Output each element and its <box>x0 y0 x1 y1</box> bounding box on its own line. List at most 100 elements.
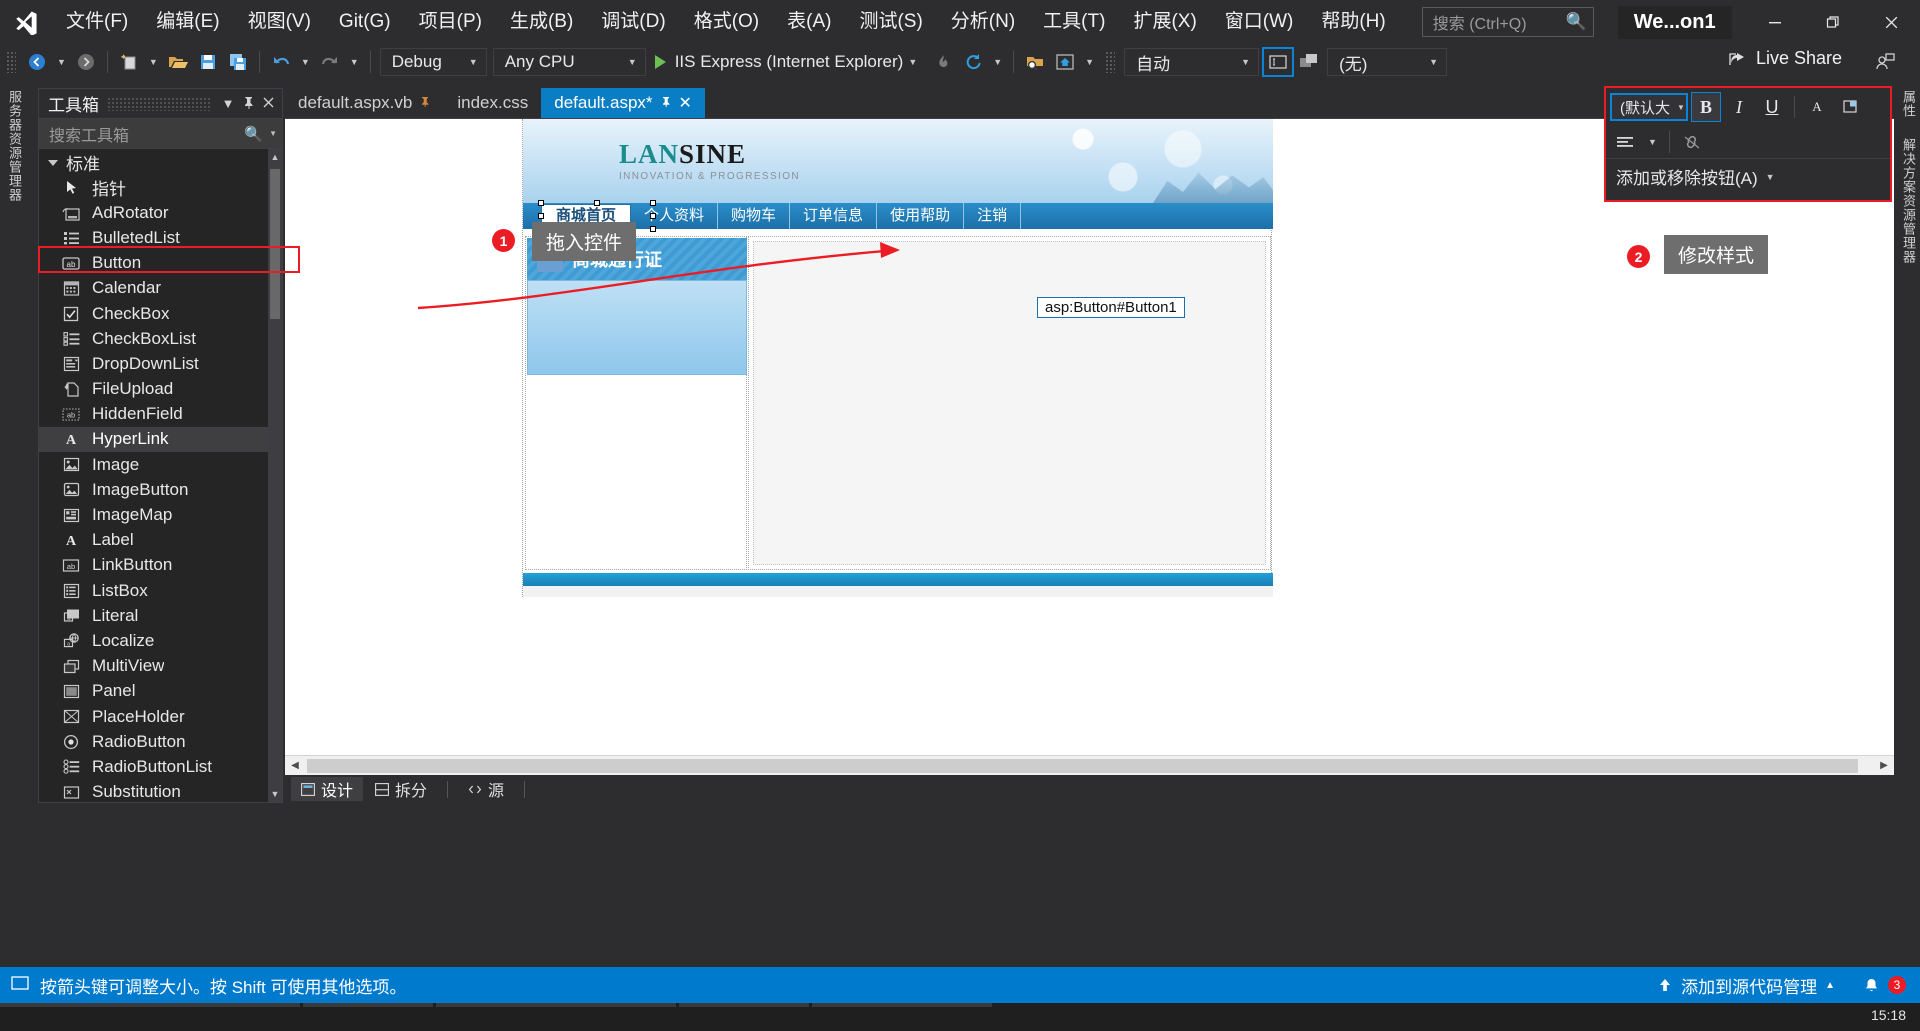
chevron-down-icon[interactable]: ▼ <box>218 96 238 111</box>
taskbar-clock[interactable]: 15:18 <box>1871 1007 1906 1023</box>
break-link-icon[interactable] <box>1677 127 1707 157</box>
scroll-down-icon[interactable]: ▼ <box>268 786 282 802</box>
menu-edit[interactable]: 编辑(E) <box>142 0 233 44</box>
menu-file[interactable]: 文件(F) <box>52 0 142 44</box>
target-schema-combo[interactable]: 自动 ▼ <box>1124 48 1260 76</box>
save-all-icon[interactable] <box>223 47 253 77</box>
menu-view[interactable]: 视图(V) <box>234 0 325 44</box>
font-size-combo[interactable]: (默认大 ▼ <box>1610 93 1688 121</box>
toolbar-grip[interactable] <box>6 51 16 73</box>
back-dropdown-icon[interactable]: ▼ <box>52 47 71 77</box>
nav-item-help[interactable]: 使用帮助 <box>877 203 965 229</box>
scrollbar-thumb[interactable] <box>307 758 1858 773</box>
toolbox-item-literal[interactable]: a Literal <box>39 603 268 628</box>
menu-window[interactable]: 窗口(W) <box>1211 0 1308 44</box>
new-item-icon[interactable] <box>114 47 144 77</box>
solution-configuration-combo[interactable]: Debug ▼ <box>379 48 487 76</box>
refresh-dropdown-icon[interactable]: ▼ <box>988 47 1007 77</box>
underline-button[interactable]: U <box>1757 92 1787 122</box>
toolbox-item-image[interactable]: Image <box>39 452 268 477</box>
toolbox-item-adrotator[interactable]: AdRotator <box>39 200 268 225</box>
navigate-forward-icon[interactable] <box>71 47 101 77</box>
close-icon[interactable]: ✕ <box>679 93 692 113</box>
toolbox-item-dropdownlist[interactable]: DropDownList <box>39 351 268 376</box>
save-icon[interactable] <box>193 47 223 77</box>
toolbox-item-panel[interactable]: Panel <box>39 679 268 704</box>
toolbox-item-placeholder[interactable]: PlaceHolder <box>39 704 268 729</box>
live-share-button[interactable]: Live Share <box>1728 48 1842 69</box>
view-tab-source[interactable]: 源 <box>458 777 514 801</box>
html-toolbar-grip[interactable] <box>1105 51 1116 73</box>
toolbox-item-radiobuttonlist[interactable]: RadioButtonList <box>39 754 268 779</box>
target-rule-combo[interactable]: (无) ▼ <box>1327 48 1448 76</box>
toolbox-item-hyperlink[interactable]: A HyperLink <box>39 426 268 453</box>
toolbox-item-multiview[interactable]: MultiView <box>39 654 268 679</box>
chevron-down-icon[interactable]: ▼ <box>903 47 922 77</box>
dock-tab-properties[interactable]: 属性 <box>1894 80 1920 128</box>
redo-icon[interactable] <box>315 47 345 77</box>
menu-format[interactable]: 格式(O) <box>680 0 773 44</box>
toolbox-drag-handle[interactable] <box>107 96 210 111</box>
navigate-back-icon[interactable] <box>22 47 52 77</box>
dock-tab-solution-explorer[interactable]: 解决方案资源管理器 <box>1894 128 1920 274</box>
menu-tools[interactable]: 工具(T) <box>1029 0 1119 44</box>
view-tab-design[interactable]: 设计 <box>291 777 364 801</box>
background-color-icon[interactable] <box>1835 92 1865 122</box>
refresh-icon[interactable] <box>958 47 988 77</box>
toolbox-item-radiobutton[interactable]: RadioButton <box>39 729 268 754</box>
add-or-remove-buttons-menu[interactable]: 添加或移除按钮(A) ▼ <box>1606 158 1890 194</box>
new-item-dropdown-icon[interactable]: ▼ <box>144 47 163 77</box>
foreground-color-icon[interactable]: A <box>1802 92 1832 122</box>
scrollbar-track[interactable] <box>305 755 1874 776</box>
bold-button[interactable]: B <box>1691 92 1721 122</box>
close-icon[interactable] <box>1862 0 1920 44</box>
toolbox-item-label[interactable]: A Label <box>39 528 268 553</box>
toolbox-item-listbox[interactable]: ListBox <box>39 578 268 603</box>
start-debug-button[interactable]: IIS Express (Internet Explorer) ▼ <box>649 47 929 77</box>
send-feedback-icon[interactable] <box>1870 47 1900 77</box>
solution-platform-combo[interactable]: Any CPU ▼ <box>492 48 646 76</box>
chevron-down-icon[interactable]: ▼ <box>263 129 277 138</box>
document-tab-default-aspx[interactable]: default.aspx* ✕ <box>541 88 705 118</box>
split-view-icon[interactable] <box>1294 47 1324 77</box>
toolbox-item-calendar[interactable]: Calendar <box>39 276 268 301</box>
resize-handle-w[interactable] <box>538 213 544 219</box>
menu-extensions[interactable]: 扩展(X) <box>1119 0 1210 44</box>
toolbox-item-bulletedlist[interactable]: BulletedList <box>39 225 268 250</box>
menu-test[interactable]: 测试(S) <box>845 0 936 44</box>
pin-icon[interactable] <box>419 96 431 111</box>
resize-handle-n[interactable] <box>594 200 600 206</box>
toolbox-item-linkbutton[interactable]: ab LinkButton <box>39 553 268 578</box>
document-tab-index-css[interactable]: index.css <box>444 88 542 118</box>
toolbar-overflow-icon[interactable]: ▼ <box>1080 47 1099 77</box>
menu-analyze[interactable]: 分析(N) <box>937 0 1029 44</box>
toolbox-item-checkboxlist[interactable]: CheckBoxList <box>39 326 268 351</box>
toolbox-item-fileupload[interactable]: FileUpload <box>39 377 268 402</box>
menu-build[interactable]: 生成(B) <box>496 0 587 44</box>
view-tab-split[interactable]: 拆分 <box>365 777 437 801</box>
restore-icon[interactable] <box>1804 0 1862 44</box>
toolbox-item-imagebutton[interactable]: ImageButton <box>39 477 268 502</box>
close-icon[interactable] <box>258 96 278 112</box>
toolbox-group-standard[interactable]: 标准 <box>39 149 268 175</box>
toolbox-item-hiddenfield[interactable]: ab HiddenField <box>39 402 268 427</box>
undo-icon[interactable] <box>266 47 296 77</box>
add-to-source-control-button[interactable]: 添加到源代码管理 ▲ <box>1643 967 1849 1003</box>
pin-icon[interactable] <box>660 96 672 111</box>
toolbox-item-button[interactable]: ab Button <box>39 251 268 276</box>
menu-debug[interactable]: 调试(D) <box>587 0 679 44</box>
find-in-files-icon[interactable] <box>1020 47 1050 77</box>
minimize-icon[interactable] <box>1746 0 1804 44</box>
undo-dropdown-icon[interactable]: ▼ <box>296 47 315 77</box>
designer-horizontal-scrollbar[interactable]: ◀ ▶ <box>285 755 1894 776</box>
scroll-up-icon[interactable]: ▲ <box>268 149 282 165</box>
nav-item-cart[interactable]: 购物车 <box>718 203 791 229</box>
toolbox-item-checkbox[interactable]: CheckBox <box>39 301 268 326</box>
design-canvas[interactable]: LANSINE INNOVATION & PROGRESSION 商城首页 个人… <box>285 119 1894 775</box>
toolbox-search-input[interactable]: 搜索工具箱 🔍 ▼ <box>39 119 282 149</box>
document-tab-default-aspx-vb[interactable]: default.aspx.vb <box>285 88 445 118</box>
style-application-icon[interactable] <box>1262 47 1295 77</box>
chevron-down-icon[interactable]: ▼ <box>1643 127 1662 157</box>
nav-item-logout[interactable]: 注销 <box>964 203 1022 229</box>
toolbox-item-imagemap[interactable]: ImageMap <box>39 502 268 527</box>
